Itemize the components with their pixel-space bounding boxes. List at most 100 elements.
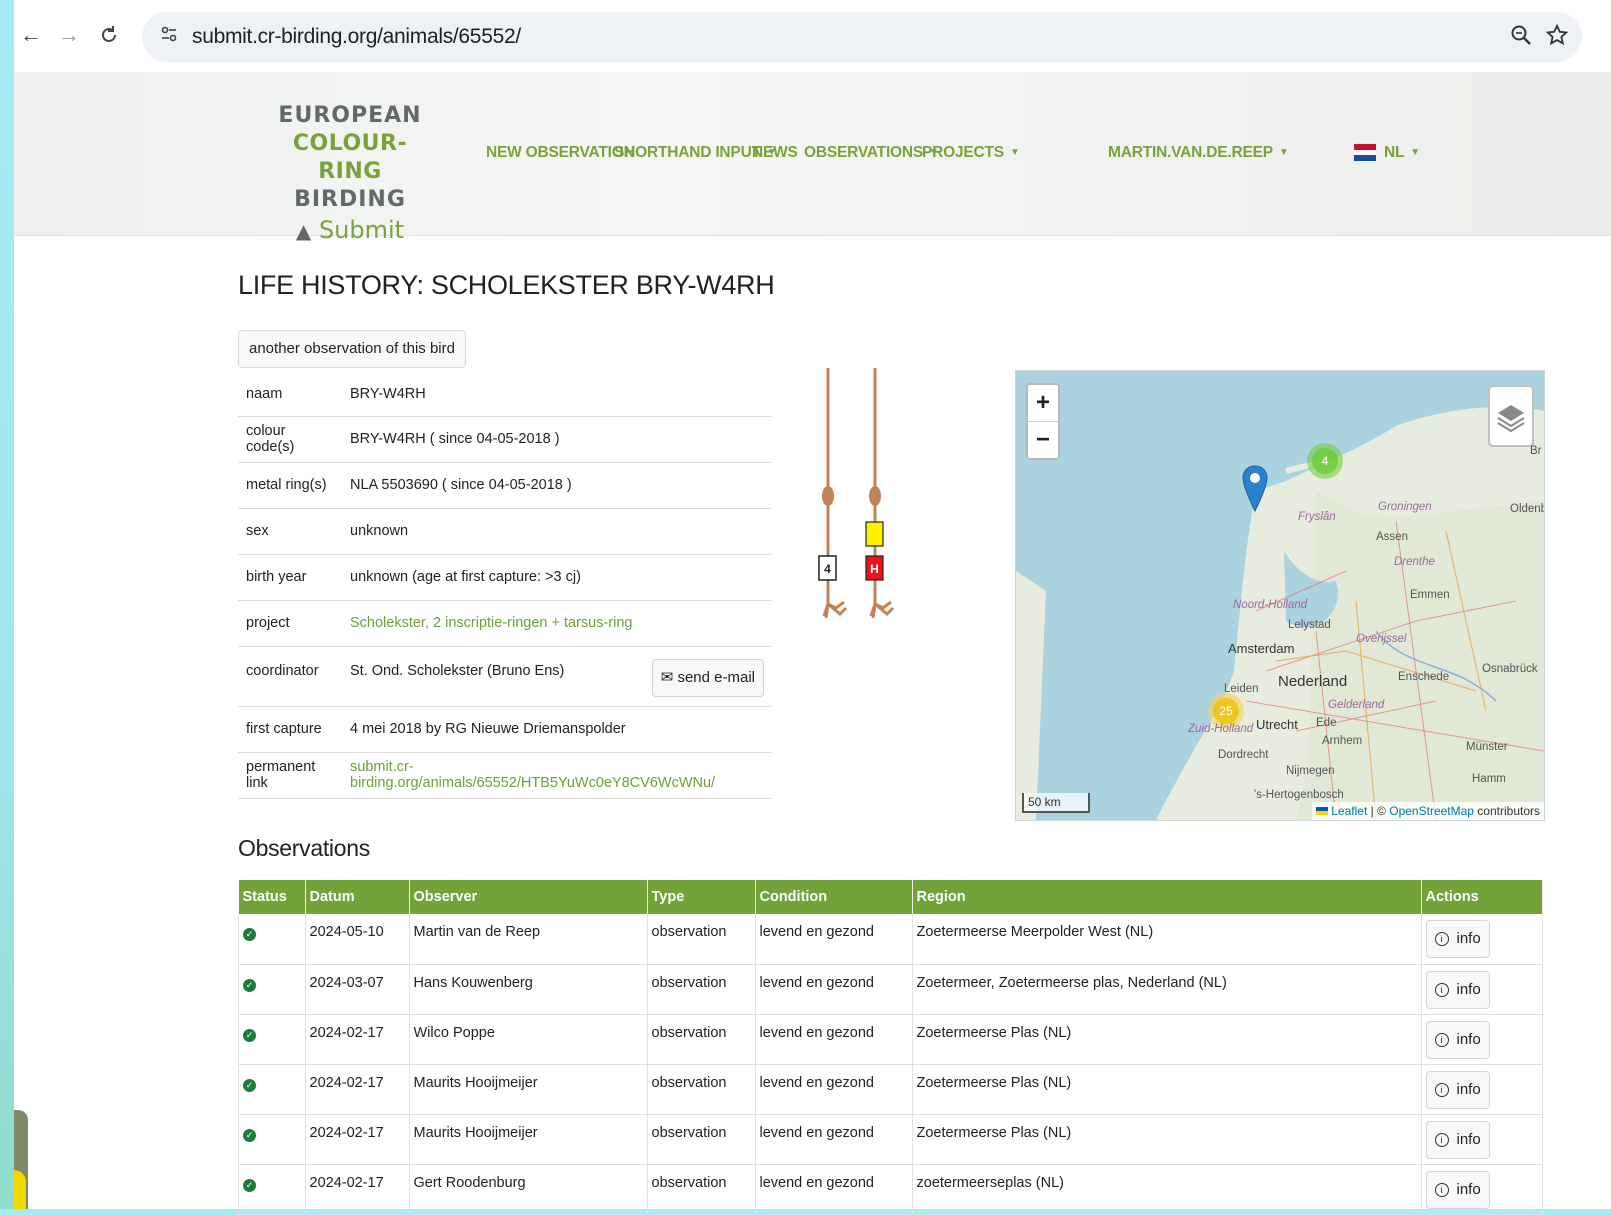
send-email-button[interactable]: ✉ send e-mail [651, 658, 764, 697]
observation-map[interactable]: + − 4 25 Groningen Fryslân Assen Drenthe… [1015, 370, 1545, 821]
detail-value: NLA 5503690 ( since 04-05-2018 ) [342, 462, 772, 509]
map-cluster-green[interactable]: 4 [1307, 443, 1343, 479]
date-cell: 2024-03-07 [305, 964, 410, 1015]
detail-row: project Scholekster, 2 inscriptie-ringen … [238, 600, 772, 647]
site-logo[interactable]: EUROPEAN COLOUR-RING BIRDING ▲ Submit [270, 102, 430, 245]
info-button[interactable]: i info [1425, 1120, 1490, 1159]
info-circle-icon: i [1434, 1132, 1449, 1147]
info-button[interactable]: i info [1425, 1020, 1490, 1059]
send-email-label: send e-mail [677, 668, 755, 686]
observer-cell: Maurits Hooijmeijer [409, 1064, 648, 1115]
detail-key: birth year [238, 554, 342, 601]
decorative-blob-yellow [14, 1170, 26, 1209]
check-circle-icon: ✓ [243, 928, 256, 941]
forward-icon[interactable]: → [54, 20, 84, 50]
address-bar[interactable]: submit.cr-birding.org/animals/65552/ [142, 12, 1582, 62]
site-settings-icon[interactable] [160, 25, 178, 48]
detail-key: sex [238, 508, 342, 555]
info-button[interactable]: i info [1425, 970, 1490, 1009]
info-button[interactable]: i info [1425, 920, 1490, 958]
region-cell: zoetermeerseplas (NL) [912, 1164, 1422, 1215]
map-label: Nijmegen [1286, 765, 1335, 777]
col-observer[interactable]: Observer [409, 880, 648, 914]
star-icon[interactable] [1545, 23, 1569, 52]
table-row: ✓ 2024-02-17 Maurits Hooijmeijer observatio… [238, 1064, 1543, 1115]
status-cell: ✓ [238, 964, 306, 1015]
magnifier-icon[interactable] [1510, 24, 1532, 52]
permanent-link[interactable]: submit.cr-birding.org/animals/65552/HTB5… [350, 759, 715, 791]
nav-projects-label: PROJECTS [922, 144, 1004, 161]
check-circle-icon: ✓ [243, 1028, 256, 1042]
browser-toolbar: ← → submit.cr-birding.org/animals/65552/ [14, 0, 1611, 72]
nav-news[interactable]: NEWS [752, 144, 798, 168]
map-label: Zuid-Holland [1188, 723, 1254, 735]
zoom-out-button[interactable]: − [1028, 421, 1058, 458]
col-condition[interactable]: Condition [755, 880, 913, 914]
map-label: Münster [1466, 741, 1508, 753]
left-ring-label: 4 [824, 562, 831, 576]
nl-flag-icon[interactable] [1354, 144, 1376, 161]
nav-new-observation[interactable]: NEW OBSERVATION [486, 144, 635, 168]
date-cell: 2024-02-17 [305, 1064, 410, 1115]
detail-key: metal ring(s) [238, 462, 342, 509]
map-label: Dordrecht [1218, 749, 1269, 761]
logo-line-european: EUROPEAN [278, 103, 422, 128]
map-label: Groningen [1378, 501, 1432, 513]
condition-cell: levend en gezond [755, 1064, 913, 1115]
table-row: ✓ 2024-02-17 Maurits Hooijmeijer observatio… [238, 1114, 1543, 1165]
table-header-row: Status Datum Observer Type Condition Reg… [238, 880, 1543, 914]
detail-row: sex unknown [238, 508, 772, 555]
nav-observations[interactable]: OBSERVATIONS ▼ [804, 144, 939, 168]
another-observation-button[interactable]: another observation of this bird [238, 330, 466, 368]
leaflet-link[interactable]: Leaflet [1331, 804, 1367, 818]
detail-key: coordinator [238, 646, 342, 707]
observations-table: Status Datum Observer Type Condition Reg… [238, 880, 1543, 1215]
col-status[interactable]: Status [238, 880, 306, 914]
col-actions[interactable]: Actions [1421, 880, 1543, 914]
col-type[interactable]: Type [647, 880, 756, 914]
info-button[interactable]: i info [1425, 1070, 1490, 1109]
detail-row: permanent link submit.cr-birding.org/anim… [238, 752, 772, 799]
condition-cell: levend en gezond [755, 914, 913, 965]
table-row: ✓ 2024-05-10 Martin van de Reep observation… [238, 914, 1543, 965]
nav-user-menu[interactable]: MARTIN.VAN.DE.REEP ▼ [1108, 144, 1289, 168]
type-cell: observation [647, 964, 756, 1015]
logo-line-submit: ▲ Submit [270, 216, 430, 245]
back-icon[interactable]: ← [16, 20, 46, 50]
logo-line-birding: BIRDING [294, 187, 406, 212]
status-cell: ✓ [238, 914, 306, 965]
cluster-count: 25 [1213, 698, 1239, 724]
map-label: Assen [1376, 531, 1408, 543]
browser-window: ← → submit.cr-birding.org/animals/65552/… [14, 0, 1611, 1215]
info-circle-icon: i [1434, 932, 1449, 946]
url-text[interactable]: submit.cr-birding.org/animals/65552/ [192, 25, 521, 49]
check-circle-icon: ✓ [243, 1078, 256, 1092]
map-label: Hamm [1472, 773, 1506, 785]
nav-projects[interactable]: PROJECTS ▼ [922, 144, 1020, 168]
project-link[interactable]: Scholekster, 2 inscriptie-ringen + tarsu… [350, 615, 632, 631]
col-region[interactable]: Region [912, 880, 1422, 914]
detail-value: BRY-W4RH [342, 372, 772, 417]
nav-language[interactable]: NL ▼ [1384, 144, 1420, 168]
check-circle-icon: ✓ [243, 978, 256, 992]
observer-cell: Wilco Poppe [409, 1014, 648, 1065]
date-cell: 2024-05-10 [305, 914, 410, 965]
check-circle-icon: ✓ [243, 1128, 256, 1142]
info-button[interactable]: i info [1425, 1170, 1490, 1209]
left-leg: 4 [818, 368, 848, 619]
osm-link[interactable]: OpenStreetMap [1389, 804, 1474, 818]
type-cell: observation [647, 1164, 756, 1215]
caret-down-icon: ▼ [1278, 147, 1289, 158]
col-datum[interactable]: Datum [305, 880, 410, 914]
layers-icon[interactable] [1488, 385, 1534, 447]
site-header: EUROPEAN COLOUR-RING BIRDING ▲ Submit NE… [14, 72, 1611, 244]
map-label: Emmen [1410, 589, 1450, 601]
envelope-icon: ✉ [660, 668, 674, 686]
zoom-in-button[interactable]: + [1028, 385, 1058, 421]
condition-cell: levend en gezond [755, 1164, 913, 1215]
map-marker-icon[interactable] [1242, 465, 1268, 513]
reload-icon[interactable] [94, 20, 124, 50]
map-label: Nederland [1278, 673, 1348, 690]
right-leg: H [865, 368, 895, 619]
map-label: Lelystad [1288, 619, 1331, 631]
